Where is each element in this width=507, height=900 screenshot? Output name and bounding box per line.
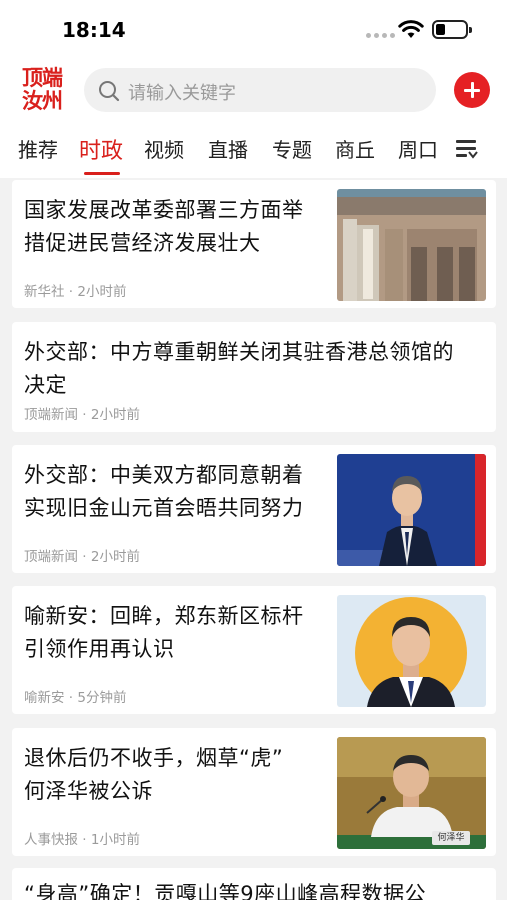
news-meta: 顶端新闻 · 2小时前 [24,407,140,423]
tab-live[interactable]: 直播 [208,134,248,163]
wifi-icon [398,20,424,38]
app-logo[interactable]: 顶端 汝州 [22,66,74,114]
news-title: 喻新安：回眸，郑东新区标杆 引领作用再认识 [24,604,304,661]
news-time: 1小时前 [90,832,140,848]
news-title: 外交部：中美双方都同意朝着 实现旧金山元首会晤共同努力 [24,463,304,520]
news-source: 新华社 [24,284,65,300]
thumbnail-caption: 何泽华 [432,831,470,845]
search-icon [99,81,120,102]
news-title: 退休后仍不收手，烟草“虎” 何泽华被公诉 [24,746,284,803]
news-card[interactable]: 外交部：中方尊重朝鲜关闭其驻香港总领馆的 决定 顶端新闻 · 2小时前 [12,322,496,432]
signal-dots-icon [366,33,395,38]
tab-zhoukou[interactable]: 周口 [398,134,438,163]
news-card[interactable]: 外交部：中美双方都同意朝着 实现旧金山元首会晤共同努力 顶端新闻 · 2小时前 [12,445,496,573]
news-thumbnail[interactable]: 何泽华 [337,737,486,849]
news-thumbnail[interactable] [337,595,486,707]
news-card[interactable]: 喻新安：回眸，郑东新区标杆 引领作用再认识 喻新安 · 5分钟前 [12,586,496,714]
add-button[interactable] [454,72,490,108]
category-tabs: 推荐 时政 视频 直播 专题 商丘 周口 [0,120,507,178]
news-title: “身高”确定！贡嘎山等9座山峰高程数据公 [24,882,427,900]
search-input[interactable]: 请输入关键字 [128,79,236,105]
list-menu-icon[interactable] [456,138,478,160]
news-thumbnail[interactable] [337,454,486,566]
tab-recommend[interactable]: 推荐 [18,134,58,163]
news-card[interactable]: 国家发展改革委部署三方面举 措促进民营经济发展壮大 新华社 · 2小时前 [12,180,496,308]
tab-politics[interactable]: 时政 [79,133,123,165]
status-time: 18:14 [62,18,126,42]
news-meta: 人事快报 · 1小时前 [24,832,140,848]
news-card[interactable]: “身高”确定！贡嘎山等9座山峰高程数据公 [12,868,496,900]
news-meta: 顶端新闻 · 2小时前 [24,549,140,565]
news-source: 顶端新闻 [24,549,78,565]
news-source: 喻新安 [24,690,65,706]
news-card[interactable]: 退休后仍不收手，烟草“虎” 何泽华被公诉 人事快报 · 1小时前 何泽华 [12,728,496,856]
active-tab-indicator [84,172,120,175]
search-bar[interactable]: 请输入关键字 [84,68,436,112]
news-title: 外交部：中方尊重朝鲜关闭其驻香港总领馆的 决定 [24,340,454,397]
news-meta: 喻新安 · 5分钟前 [24,690,127,706]
status-bar: 18:14 [0,0,507,60]
tab-topics[interactable]: 专题 [272,134,312,163]
news-thumbnail[interactable] [337,189,486,301]
news-time: 2小时前 [90,549,140,565]
news-source: 顶端新闻 [24,407,78,423]
news-time: 5分钟前 [77,690,127,706]
news-time: 2小时前 [77,284,127,300]
app-header: 顶端 汝州 请输入关键字 [0,60,507,120]
battery-icon [432,20,472,39]
news-meta: 新华社 · 2小时前 [24,284,127,300]
news-time: 2小时前 [90,407,140,423]
tab-video[interactable]: 视频 [144,134,184,163]
news-title: 国家发展改革委部署三方面举 措促进民营经济发展壮大 [24,198,304,255]
tab-shangqiu[interactable]: 商丘 [335,134,375,163]
news-source: 人事快报 [24,832,78,848]
